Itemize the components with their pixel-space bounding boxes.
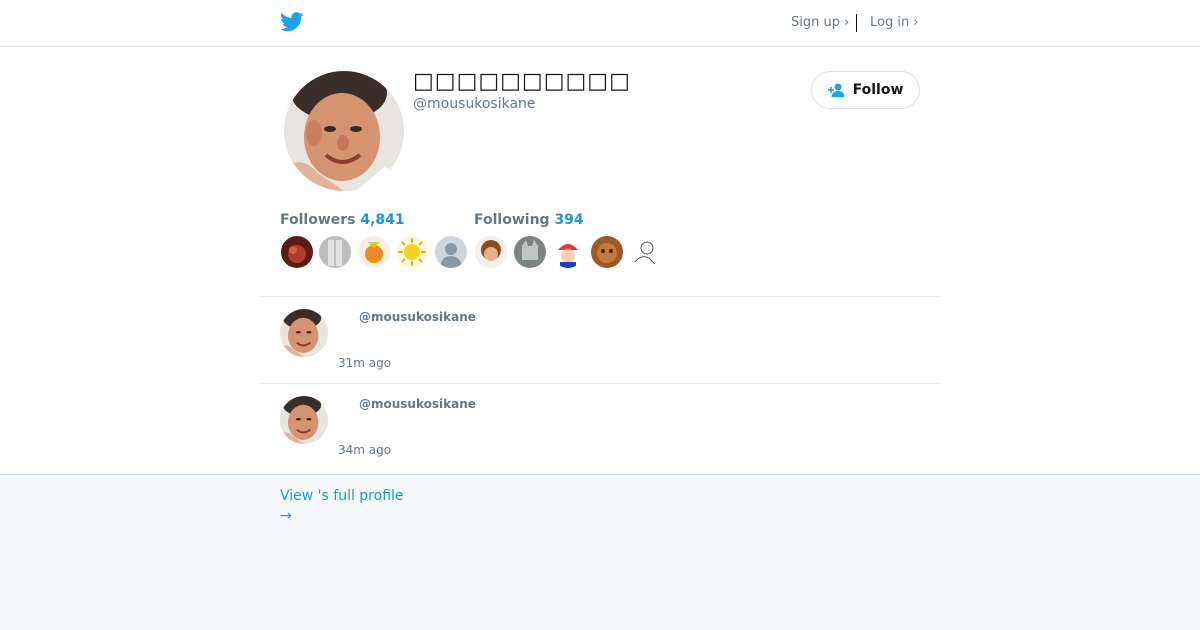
tweet-item[interactable]: @mousukosikane 34m ago: [260, 383, 940, 470]
profile-header: □□□□□□□□□□ @mousukosikane Follow Followe…: [0, 47, 1200, 296]
tweet-handle[interactable]: @mousukosikane: [359, 310, 476, 324]
tweet-item[interactable]: @mousukosikane 31m ago: [260, 296, 940, 383]
followers-label: Followers: [280, 212, 356, 228]
follower-avatar[interactable]: [319, 236, 351, 268]
follower-avatar[interactable]: [358, 236, 390, 268]
profile-handle: @mousukosikane: [413, 96, 536, 112]
tweet-timestamp[interactable]: 34m ago: [338, 443, 391, 457]
twitter-bird-icon[interactable]: [280, 11, 304, 33]
sign-up-link[interactable]: Sign up ›: [791, 15, 849, 30]
tweet-avatar[interactable]: [280, 396, 328, 444]
follow-button-label: Follow: [852, 82, 904, 98]
tweet-timestamp[interactable]: 31m ago: [338, 356, 391, 370]
nav-divider: [856, 14, 857, 32]
tweet-avatar[interactable]: [280, 309, 328, 357]
following-avatar[interactable]: [475, 236, 507, 268]
following-label: Following: [474, 212, 550, 228]
following-avatar[interactable]: [552, 236, 584, 268]
following-count: 394: [554, 212, 584, 228]
profile-footer: View 's full profile →: [0, 474, 1200, 630]
following-avatar[interactable]: [514, 236, 546, 268]
followers-stat[interactable]: Followers 4,841: [280, 212, 405, 228]
followers-count: 4,841: [360, 212, 405, 228]
log-in-link[interactable]: Log in ›: [870, 15, 919, 30]
display-name: □□□□□□□□□□: [413, 69, 631, 94]
view-full-profile-link[interactable]: View 's full profile →: [280, 486, 404, 526]
arrow-right-icon: →: [280, 508, 292, 524]
follow-button[interactable]: Follow: [811, 71, 920, 109]
view-full-profile-label: View 's full profile: [280, 488, 404, 504]
tweet-handle[interactable]: @mousukosikane: [359, 397, 476, 411]
follower-avatar-default[interactable]: [435, 236, 467, 268]
tweet-list: @mousukosikane 31m ago @mousukosikane 34…: [260, 296, 940, 470]
following-avatar[interactable]: [629, 236, 661, 268]
profile-avatar[interactable]: [284, 71, 404, 191]
follower-avatar[interactable]: [281, 236, 313, 268]
top-navigation-bar: Sign up › Log in ›: [0, 0, 1200, 47]
add-user-icon: [827, 83, 845, 97]
following-stat[interactable]: Following 394: [474, 212, 584, 228]
follower-avatar[interactable]: [396, 236, 428, 268]
following-avatar[interactable]: [591, 236, 623, 268]
